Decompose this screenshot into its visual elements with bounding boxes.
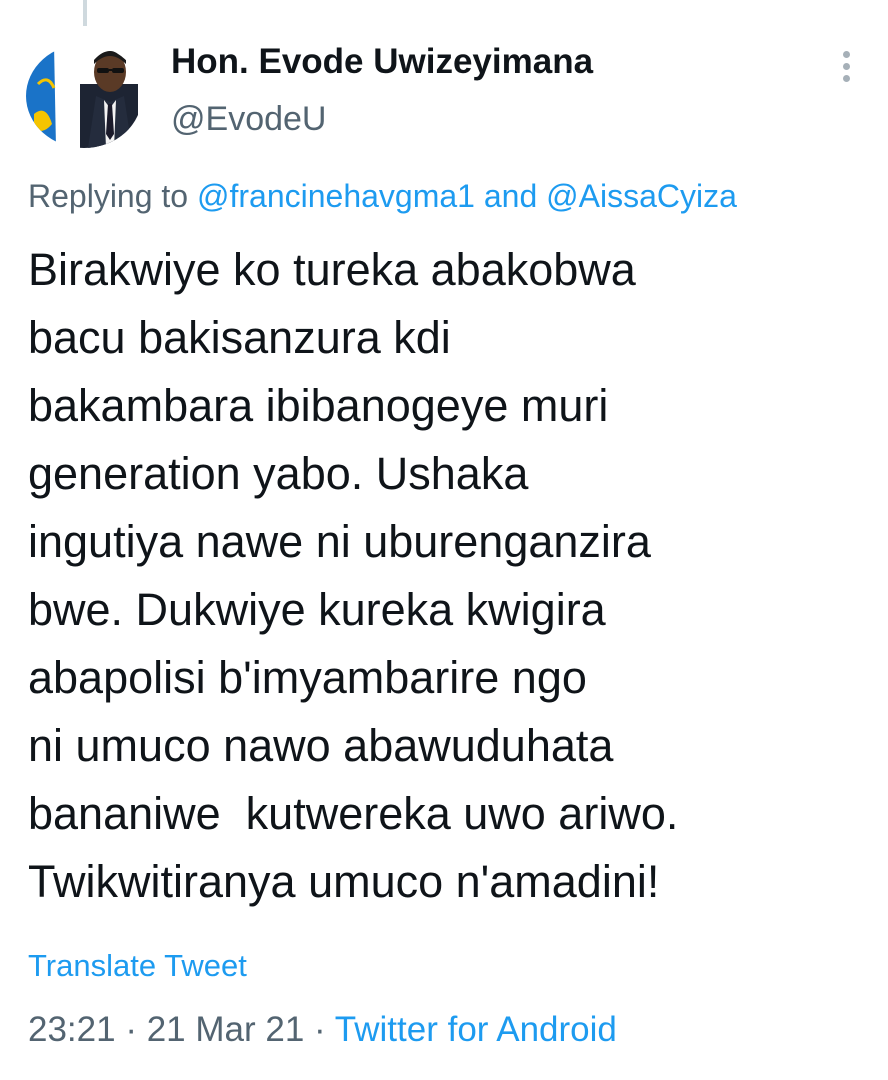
tweet-source-link[interactable]: Twitter for Android bbox=[335, 1010, 617, 1049]
reply-mention-francinehavgma1[interactable]: @francinehavgma1 bbox=[197, 178, 475, 214]
author-display-name[interactable]: Hon. Evode Uwizeyimana bbox=[171, 42, 593, 82]
tweet-meta: 23:21 · 21 Mar 21 · Twitter for Android bbox=[28, 1010, 617, 1050]
translate-tweet-link[interactable]: Translate Tweet bbox=[28, 948, 247, 984]
tweet-text-line: bananiwe kutwereka uwo ariwo. bbox=[28, 788, 679, 839]
tweet-text-line: bwe. Dukwiye kureka kwigira bbox=[28, 584, 606, 635]
thread-connector-line bbox=[83, 0, 87, 26]
reply-mention-aissacyiza[interactable]: @AissaCyiza bbox=[546, 178, 737, 214]
more-dot bbox=[842, 62, 850, 70]
meta-separator: · bbox=[125, 1010, 137, 1049]
tweet-text-line: ni umuco nawo abawuduhata bbox=[28, 720, 614, 771]
more-vertical-icon[interactable] bbox=[828, 44, 864, 88]
reply-context: Replying to @francinehavgma1 and @AissaC… bbox=[28, 178, 737, 215]
tweet-text-line: abapolisi b'imyambarire ngo bbox=[28, 652, 587, 703]
author-handle[interactable]: @EvodeU bbox=[171, 100, 326, 139]
more-dot bbox=[842, 50, 850, 58]
avatar[interactable] bbox=[26, 44, 142, 148]
tweet-text-line: generation yabo. Ushaka bbox=[28, 448, 529, 499]
tweet-time[interactable]: 23:21 bbox=[28, 1010, 116, 1049]
tweet-text: Birakwiye ko tureka abakobwa bacu bakisa… bbox=[28, 236, 868, 916]
tweet-text-line: Birakwiye ko tureka abakobwa bbox=[28, 244, 636, 295]
avatar-image bbox=[26, 44, 142, 148]
reply-mention-conjunction[interactable]: and bbox=[484, 178, 537, 214]
tweet-date[interactable]: 21 Mar 21 bbox=[147, 1010, 305, 1049]
meta-separator: · bbox=[314, 1010, 326, 1049]
more-dot bbox=[842, 74, 850, 82]
tweet-text-line: Twikwitiranya umuco n'amadini! bbox=[28, 856, 660, 907]
tweet-text-line: ingutiya nawe ni uburenganzira bbox=[28, 516, 651, 567]
reply-prefix: Replying to bbox=[28, 178, 189, 214]
tweet-text-line: bakambara ibibanogeye muri bbox=[28, 380, 609, 431]
tweet-text-line: bacu bakisanzura kdi bbox=[28, 312, 451, 363]
